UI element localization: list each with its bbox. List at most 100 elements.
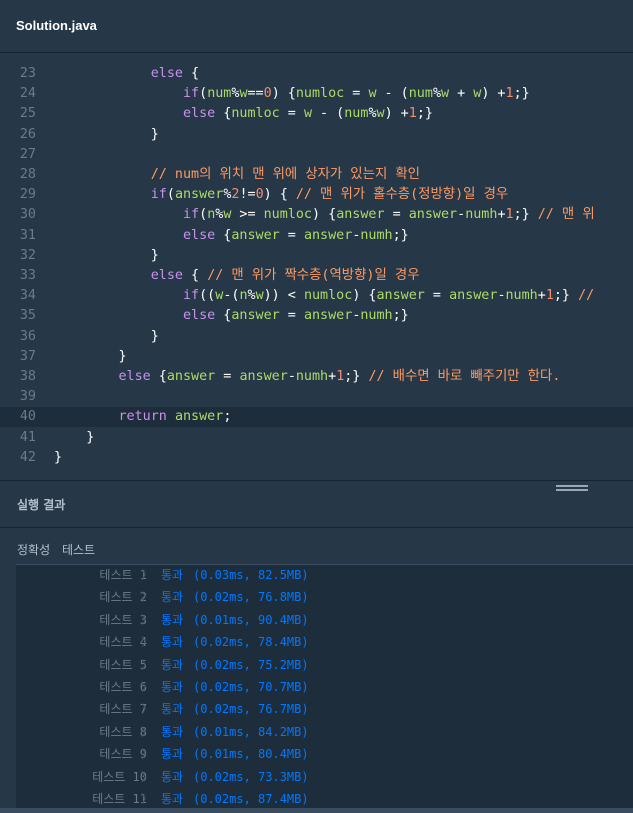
chevron-right-icon: 〉 [141,792,154,806]
line-number: 36 [19,328,36,344]
code-token: = [344,86,369,102]
test-status: 통과 [161,747,184,762]
code-text: if(n%w >= numloc) {answer = answer-numh+… [54,205,595,225]
code-line[interactable]: 40 return answer; [0,407,633,428]
code-text: else {answer = answer-numh;} [54,226,409,246]
code-token: (( [199,288,216,304]
code-token: = [279,106,304,122]
code-line[interactable]: 41 } [0,428,633,448]
code-token: answer [449,288,498,304]
test-result-row[interactable]: 테스트 8 〉 통과 (0.01ms, 84.2MB) [16,721,633,743]
file-tab[interactable]: Solution.java [16,18,97,33]
code-line[interactable]: 26 } [0,125,633,145]
code-line[interactable]: 27 [0,145,633,165]
line-number: 40 [19,409,36,425]
code-token: numh [465,207,498,223]
test-result-row[interactable]: 테스트 4 〉 통과 (0.02ms, 78.4MB) [16,631,633,653]
test-result-row[interactable]: 테스트 9 〉 통과 (0.01ms, 80.4MB) [16,743,633,765]
code-text: } [54,347,126,367]
test-detail: (0.01ms, 80.4MB) [193,747,309,762]
code-line[interactable]: 29 if(answer%2!=0) { // 맨 위가 홀수층(정방향)일 경… [0,185,633,205]
code-token: answer [303,308,353,324]
code-line[interactable]: 23 else { [0,64,633,84]
test-result-row[interactable]: 테스트 1 〉 통과 (0.03ms, 82.5MB) [16,565,633,586]
code-token: answer [166,369,216,384]
code-token: { [183,66,200,81]
test-detail: (0.02ms, 70.7MB) [193,680,309,694]
tab-test[interactable]: 테스트 [62,543,95,557]
test-result-row[interactable]: 테스트 6 〉 통과 (0.02ms, 70.7MB) [16,676,633,698]
code-token: { [215,308,232,324]
test-result-row[interactable]: 테스트 10 〉 통과 (0.02ms, 73.3MB) [16,766,633,788]
code-text: } [54,246,159,266]
test-name: 테스트 4 [99,635,147,650]
test-name: 테스트 9 [99,747,147,762]
line-number: 31 [19,227,36,243]
line-number: 32 [19,247,36,263]
test-result-row[interactable]: 테스트 7 〉 통과 (0.02ms, 76.7MB) [16,698,633,720]
code-token: { [150,369,167,384]
result-section-title: 실행 결과 [17,498,66,512]
code-token: else [183,227,216,243]
code-text: else { [54,64,199,84]
code-token: ) + [384,106,409,122]
line-number: 29 [19,187,36,203]
code-line[interactable]: 24 if(num%w==0) {numloc = w - (num%w + w… [0,84,633,104]
code-token: ) + [481,86,506,102]
code-token: + [537,288,546,304]
code-token: w [239,86,248,102]
code-token: numloc [303,288,353,304]
code-token: answer [174,187,224,203]
code-token: = [384,207,409,223]
code-text: if(num%w==0) {numloc = w - (num%w + w) +… [54,84,530,104]
test-status: 통과 [161,680,184,694]
resize-handle[interactable] [556,485,588,493]
code-token: )) < [263,288,304,304]
test-result-row[interactable]: 테스트 3 〉 통과 (0.01ms, 90.4MB) [16,609,633,631]
code-line[interactable]: 31 else {answer = answer-numh;} [0,226,633,246]
bottom-scrollbar[interactable] [0,808,633,813]
test-result-row[interactable]: 테스트 11 〉 통과 (0.02ms, 87.4MB) [16,788,633,809]
code-line[interactable]: 42} [0,448,633,468]
line-number: 23 [19,66,36,81]
chevron-right-icon: 〉 [141,590,154,605]
test-status: 통과 [161,769,184,784]
line-number: 42 [19,449,36,465]
code-line[interactable]: 35 else {answer = answer-numh;} [0,306,633,326]
code-line[interactable]: 30 if(n%w >= numloc) {answer = answer-nu… [0,205,633,225]
code-token: = [215,369,240,384]
chevron-right-icon: 〉 [141,702,154,717]
code-token: w [441,86,450,102]
code-editor[interactable]: 23 else {24 if(num%w==0) {numloc = w - (… [0,54,633,480]
code-token: % [247,288,256,304]
code-token: if [183,207,200,223]
code-line[interactable]: 25 else {numloc = w - (num%w) +1;} [0,104,633,124]
test-status: 통과 [161,568,184,582]
code-token: { [183,268,208,283]
test-status: 통과 [161,612,184,627]
test-result-row[interactable]: 테스트 5 〉 통과 (0.02ms, 75.2MB) [16,654,633,676]
code-line[interactable]: 28 // num의 위치 맨 위에 상자가 있는지 확인 [0,165,633,185]
code-line[interactable]: 34 if((w-(n%w)) < numloc) {answer = answ… [0,286,633,306]
code-token: >= [231,207,264,223]
code-line[interactable]: 32 } [0,246,633,266]
tab-accuracy[interactable]: 정확성 [17,543,50,557]
code-token: return [118,409,167,425]
chevron-right-icon: 〉 [141,635,154,650]
test-result-row[interactable]: 테스트 2 〉 통과 (0.02ms, 76.8MB) [16,586,633,608]
code-token: answer [174,409,224,425]
code-token: // [578,288,595,304]
code-line[interactable]: 37 } [0,347,633,367]
code-line[interactable]: 33 else { // 맨 위가 짝수층(역방향)일 경우 [0,266,633,286]
code-token: answer [303,227,353,243]
code-token: % [368,106,377,122]
code-line[interactable]: 39 [0,387,633,407]
code-line[interactable]: 36 } [0,327,633,347]
code-token: + [497,207,506,223]
code-line[interactable]: 38 else {answer = answer-numh+1;} // 배수면… [0,367,633,387]
